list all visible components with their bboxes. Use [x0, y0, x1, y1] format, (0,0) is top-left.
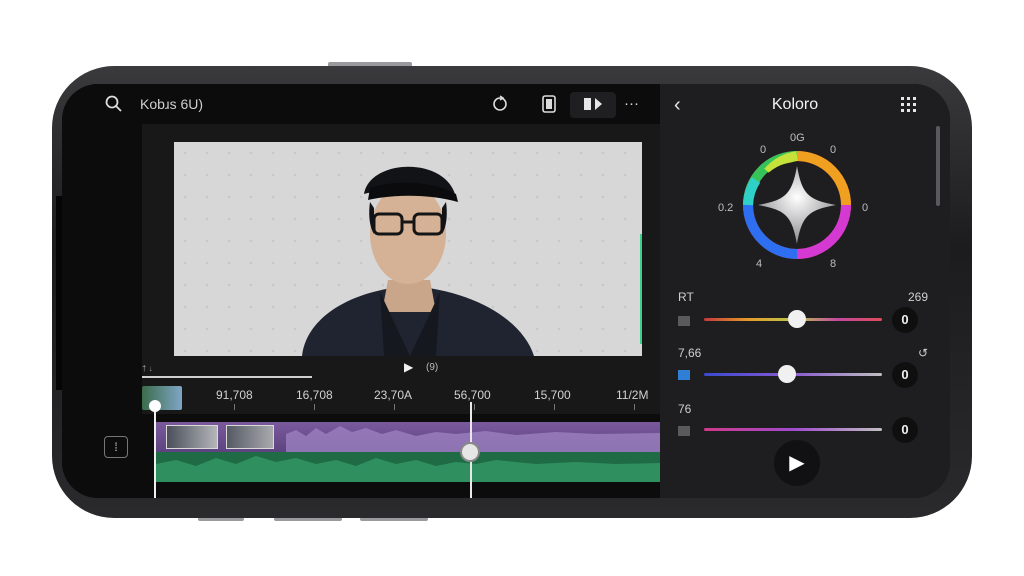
color-panel: ‹ Koloro 0G 0 0 0.2 0 4 8 RT 269 0 7,66 … — [660, 84, 950, 498]
adjust-row-2-top-value: ↺ — [917, 346, 928, 360]
ruler-tickline — [634, 404, 635, 410]
adjust-row-1-swatch — [678, 316, 690, 326]
video-clip-thumbnail-2[interactable] — [226, 425, 274, 449]
panel-title: Koloro — [771, 96, 819, 113]
grid-menu-icon[interactable] — [900, 96, 918, 118]
adjust-row-2-swatch — [678, 370, 690, 380]
video-clip-thumbnail-1[interactable] — [166, 425, 218, 449]
panel-scrollbar[interactable] — [936, 126, 940, 206]
adjust-row-1-label: RT — [678, 290, 694, 304]
wheel-label-left: 0.2 — [718, 202, 734, 214]
adjust-row-1-knob[interactable] — [788, 310, 806, 328]
preview-time: (9) — [426, 362, 439, 373]
adjust-row-1-value[interactable]: 0 — [892, 307, 918, 333]
rotate-icon[interactable] — [490, 94, 510, 120]
adjust-row-2-value[interactable]: 0 — [892, 362, 918, 388]
audio-track[interactable] — [156, 452, 660, 482]
ruler-tick: 56,700 — [454, 388, 491, 402]
playhead-handle[interactable] — [149, 400, 161, 412]
adjust-row-2-label: 7,66 — [678, 346, 702, 360]
audio-split-tool-icon[interactable]: ⁞ — [104, 436, 128, 458]
preview-trim-edge — [640, 234, 642, 344]
video-preview[interactable] — [174, 142, 642, 356]
scrubber-handle[interactable] — [460, 442, 480, 462]
split-icon[interactable] — [582, 94, 604, 120]
wheel-label-top: 0G — [790, 132, 805, 144]
more-options-icon[interactable]: ··· — [624, 94, 639, 114]
adjust-row-3-slider[interactable] — [704, 428, 882, 431]
ruler-tickline — [554, 404, 555, 410]
timeline-ruler[interactable]: 91,708 16,708 23,70A 56,700 15,700 11/2M — [142, 382, 660, 410]
preview-play-icon[interactable]: ▶ — [404, 360, 413, 374]
project-title: Kobɹs 6U) — [140, 96, 204, 112]
ruler-tick: 23,70A — [374, 388, 413, 402]
search-icon[interactable] — [104, 94, 124, 120]
ruler-tick: 11/2M — [616, 388, 649, 402]
audio-waveform — [156, 456, 660, 482]
adjust-row-3-value[interactable]: 0 — [892, 417, 918, 443]
preview-progress-bar[interactable] — [142, 376, 312, 378]
ruler-tick: 91,708 — [216, 388, 253, 402]
ruler-tick: 15,700 — [534, 388, 571, 402]
color-wheel[interactable] — [742, 150, 852, 260]
preview-marker: † ↓ — [142, 364, 153, 373]
phone-screen: Kobɹs 6U) ··· † ↓ ▶ (9) 91,708 16,708 23… — [62, 84, 950, 498]
adjust-row-3-label: 76 — [678, 402, 692, 416]
playhead-line[interactable] — [154, 402, 156, 498]
ruler-tick: 16,708 — [296, 388, 333, 402]
stage: Kobɹs 6U) ··· † ↓ ▶ (9) 91,708 16,708 23… — [0, 0, 1024, 576]
aspect-ratio-icon[interactable] — [540, 94, 558, 120]
editor-topbar: Kobɹs 6U) ··· — [62, 84, 660, 126]
ruler-tickline — [314, 404, 315, 410]
wheel-label-right: 0 — [862, 202, 869, 214]
adjust-row-3-swatch — [678, 426, 690, 436]
person-in-frame — [302, 166, 534, 356]
video-editor: Kobɹs 6U) ··· † ↓ ▶ (9) 91,708 16,708 23… — [62, 84, 660, 498]
adjust-row-1-top-value: 269 — [907, 290, 928, 304]
play-button[interactable]: ▶ — [774, 440, 820, 486]
ruler-tickline — [474, 404, 475, 410]
adjust-row-2-knob[interactable] — [778, 365, 796, 383]
ruler-tickline — [234, 404, 235, 410]
ruler-tickline — [394, 404, 395, 410]
